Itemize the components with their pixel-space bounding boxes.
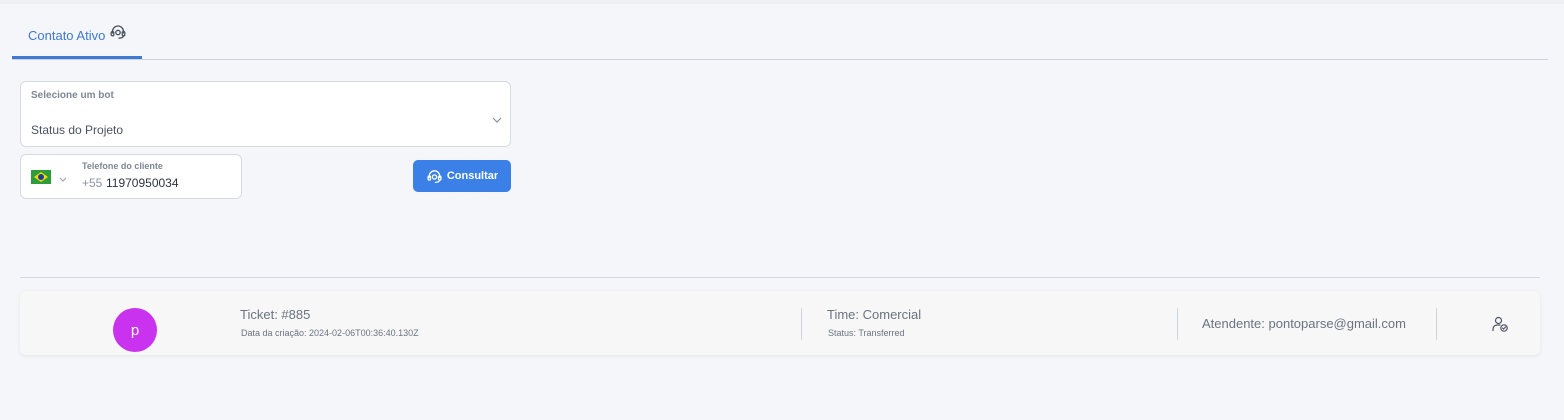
tab-bar: Contato Ativo [12,12,1548,60]
column-divider [801,308,802,340]
phone-input[interactable] [106,174,234,192]
ticket-number: Ticket: #885 [240,307,311,322]
ticket-card: p Ticket: #885 Data da criação: 2024-02-… [20,291,1540,355]
tab-contato-ativo[interactable]: Contato Ativo [12,12,142,59]
country-selector[interactable] [31,167,67,187]
headset-icon [426,168,443,185]
user-check-icon [1491,315,1509,338]
phone-country-code: +55 [82,176,103,190]
brazil-flag-icon [31,170,51,184]
phone-field: Telefone do cliente +55 [20,154,242,199]
headset-icon [109,23,127,41]
top-band [0,0,1564,4]
consultar-button-label: Consultar [446,170,499,182]
column-divider [1436,308,1437,340]
ticket-status: Status: Transferred [828,328,905,338]
ticket-team: Time: Comercial [827,307,922,322]
tab-active-indicator [12,56,142,59]
column-divider [1177,308,1178,340]
bot-select-label: Selecione um bot [31,90,114,101]
bot-select[interactable]: Selecione um bot Status do Projeto [20,81,511,147]
assign-user-button[interactable] [1490,316,1510,336]
ticket-agent: Atendente: pontoparse@gmail.com [1202,316,1406,331]
bot-select-value: Status do Projeto [31,123,124,137]
consultar-button[interactable]: Consultar [413,160,511,192]
tab-contato-ativo-label: Contato Ativo [28,27,106,43]
ticket-created-date: Data da criação: 2024-02-06T00:36:40.130… [241,328,419,338]
phone-field-label: Telefone do cliente [82,161,163,171]
chevron-down-icon [492,110,502,128]
section-divider [20,277,1540,278]
chevron-down-icon [59,169,67,187]
avatar: p [113,308,157,352]
